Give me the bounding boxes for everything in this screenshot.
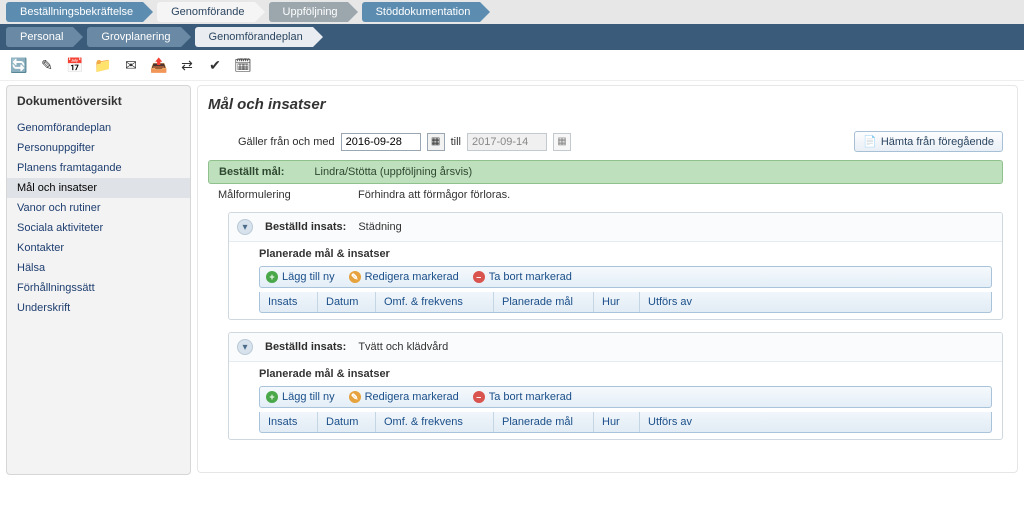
sidebar-item-mal-och-insatser[interactable]: Mål och insatser [7,178,190,198]
col-insats[interactable]: Insats [260,412,318,432]
action-bar-2: + Lägg till ny ✎ Redigera markerad –Ta bor… [259,386,992,408]
toolbar: 🔄 ✎ 📅 📁 ✉ 📤 ⇄ ✔ 🗓 [0,50,1024,81]
calendar-icon[interactable]: 📅 [66,56,84,74]
col-utf[interactable]: Utförs av [640,292,991,312]
insats-block-1: ▾ Beställd insats: Städning Planerade må… [228,212,1003,320]
insats-value-1: Städning [358,221,401,233]
primary-tabs: Beställningsbekräftelse Genomförande Upp… [0,0,1024,24]
collapse-toggle-icon[interactable]: ▾ [237,219,253,235]
delete-label: Ta bort markerad [489,271,572,283]
bestallt-mal-row: Beställt mål: Lindra/Stötta (uppföljning… [208,160,1003,184]
col-omf[interactable]: Omf. & frekvens [376,292,494,312]
add-icon: + [266,391,278,403]
grid-header-2: Insats Datum Omf. & frekvens Planerade m… [259,412,992,433]
delete-button[interactable]: –Ta bort markerad [473,391,572,403]
insats-label: Beställd insats: [265,221,346,233]
insats-label: Beställd insats: [265,341,346,353]
col-datum[interactable]: Datum [318,412,376,432]
add-button[interactable]: + Lägg till ny [266,271,335,283]
planerade-heading-2: Planerade mål & insatser [229,362,1002,384]
delete-label: Ta bort markerad [489,391,572,403]
edit-label: Redigera markerad [365,391,459,403]
add-icon: + [266,271,278,283]
schedule-icon[interactable]: 🗓 [234,56,252,74]
delete-icon: – [473,271,485,283]
insats-block-2: ▾ Beställd insats: Tvätt och klädvård Pl… [228,332,1003,440]
edit-icon[interactable]: ✎ [38,56,56,74]
col-omf[interactable]: Omf. & frekvens [376,412,494,432]
sidebar-item-underskrift[interactable]: Underskrift [7,298,190,318]
sidebar: Dokumentöversikt Genomförandeplan Person… [6,85,191,475]
insats-value-2: Tvätt och klädvård [358,341,448,353]
malformulering-label: Målformulering [218,189,328,201]
col-datum[interactable]: Datum [318,292,376,312]
planerade-heading-1: Planerade mål & insatser [229,242,1002,264]
from-date-picker-icon[interactable]: ▦ [427,133,445,151]
date-range-row: Gäller från och med ▦ till ▦ 📄 Hämta frå… [208,131,1003,152]
fetch-previous-label: Hämta från föregående [881,136,994,148]
add-button[interactable]: + Lägg till ny [266,391,335,403]
secondary-tabs: Personal Grovplanering Genomförandeplan [0,24,1024,50]
sidebar-item-sociala-aktiviteter[interactable]: Sociala aktiviteter [7,218,190,238]
to-date-input [467,133,547,151]
insats-header-1: ▾ Beställd insats: Städning [229,213,1002,242]
col-hur[interactable]: Hur [594,292,640,312]
sidebar-item-kontakter[interactable]: Kontakter [7,238,190,258]
edit-button[interactable]: ✎ Redigera markerad [349,271,459,283]
sidebar-item-personuppgifter[interactable]: Personuppgifter [7,138,190,158]
sidebar-item-planens-framtagande[interactable]: Planens framtagande [7,158,190,178]
edit-label: Redigera markerad [365,271,459,283]
to-date-picker-icon: ▦ [553,133,571,151]
add-label: Lägg till ny [282,391,335,403]
bestallt-mal-value: Lindra/Stötta (uppföljning årsvis) [314,166,472,178]
from-label: Gäller från och med [238,136,335,148]
delete-button[interactable]: –Ta bort markerad [473,271,572,283]
col-hur[interactable]: Hur [594,412,640,432]
export-icon[interactable]: 📤 [150,56,168,74]
check-icon[interactable]: ✔ [206,56,224,74]
sidebar-title: Dokumentöversikt [7,86,190,118]
fetch-previous-icon: 📄 [863,135,877,148]
sidebar-item-halsa[interactable]: Hälsa [7,258,190,278]
mail-icon[interactable]: ✉ [122,56,140,74]
bestallt-mal-label: Beställt mål: [219,166,284,178]
malformulering-row: Målformulering Förhindra att förmågor fö… [208,184,1003,206]
col-plan[interactable]: Planerade mål [494,292,594,312]
folder-icon[interactable]: 📁 [94,56,112,74]
grid-header-1: Insats Datum Omf. & frekvens Planerade m… [259,292,992,313]
to-label: till [451,136,461,148]
subtab-genomforandeplan[interactable]: Genomförandeplan [195,27,313,47]
sidebar-item-vanor-och-rutiner[interactable]: Vanor och rutiner [7,198,190,218]
edit-icon: ✎ [349,391,361,403]
insats-header-2: ▾ Beställd insats: Tvätt och klädvård [229,333,1002,362]
sidebar-item-forhallningssatt[interactable]: Förhållningssätt [7,278,190,298]
col-plan[interactable]: Planerade mål [494,412,594,432]
edit-button[interactable]: ✎ Redigera markerad [349,391,459,403]
fetch-previous-button[interactable]: 📄 Hämta från föregående [854,131,1003,152]
collapse-toggle-icon[interactable]: ▾ [237,339,253,355]
exchange-icon[interactable]: ⇄ [178,56,196,74]
from-date-input[interactable] [341,133,421,151]
tab-stoddokumentation[interactable]: Stöddokumentation [362,2,481,22]
col-utf[interactable]: Utförs av [640,412,991,432]
sidebar-item-genomforandeplan[interactable]: Genomförandeplan [7,118,190,138]
page-title: Mål och insatser [208,96,1003,113]
malformulering-value: Förhindra att förmågor förloras. [358,189,510,201]
main-panel: Mål och insatser Gäller från och med ▦ t… [197,85,1018,473]
tab-uppfoljning[interactable]: Uppföljning [269,2,348,22]
delete-icon: – [473,391,485,403]
col-insats[interactable]: Insats [260,292,318,312]
add-label: Lägg till ny [282,271,335,283]
action-bar-1: + Lägg till ny ✎ Redigera markerad –Ta bor… [259,266,992,288]
subtab-grovplanering[interactable]: Grovplanering [87,27,180,47]
tab-genomforande[interactable]: Genomförande [157,2,254,22]
refresh-icon[interactable]: 🔄 [10,56,28,74]
tab-bestallningsbekraftelse[interactable]: Beställningsbekräftelse [6,2,143,22]
edit-icon: ✎ [349,271,361,283]
subtab-personal[interactable]: Personal [6,27,73,47]
